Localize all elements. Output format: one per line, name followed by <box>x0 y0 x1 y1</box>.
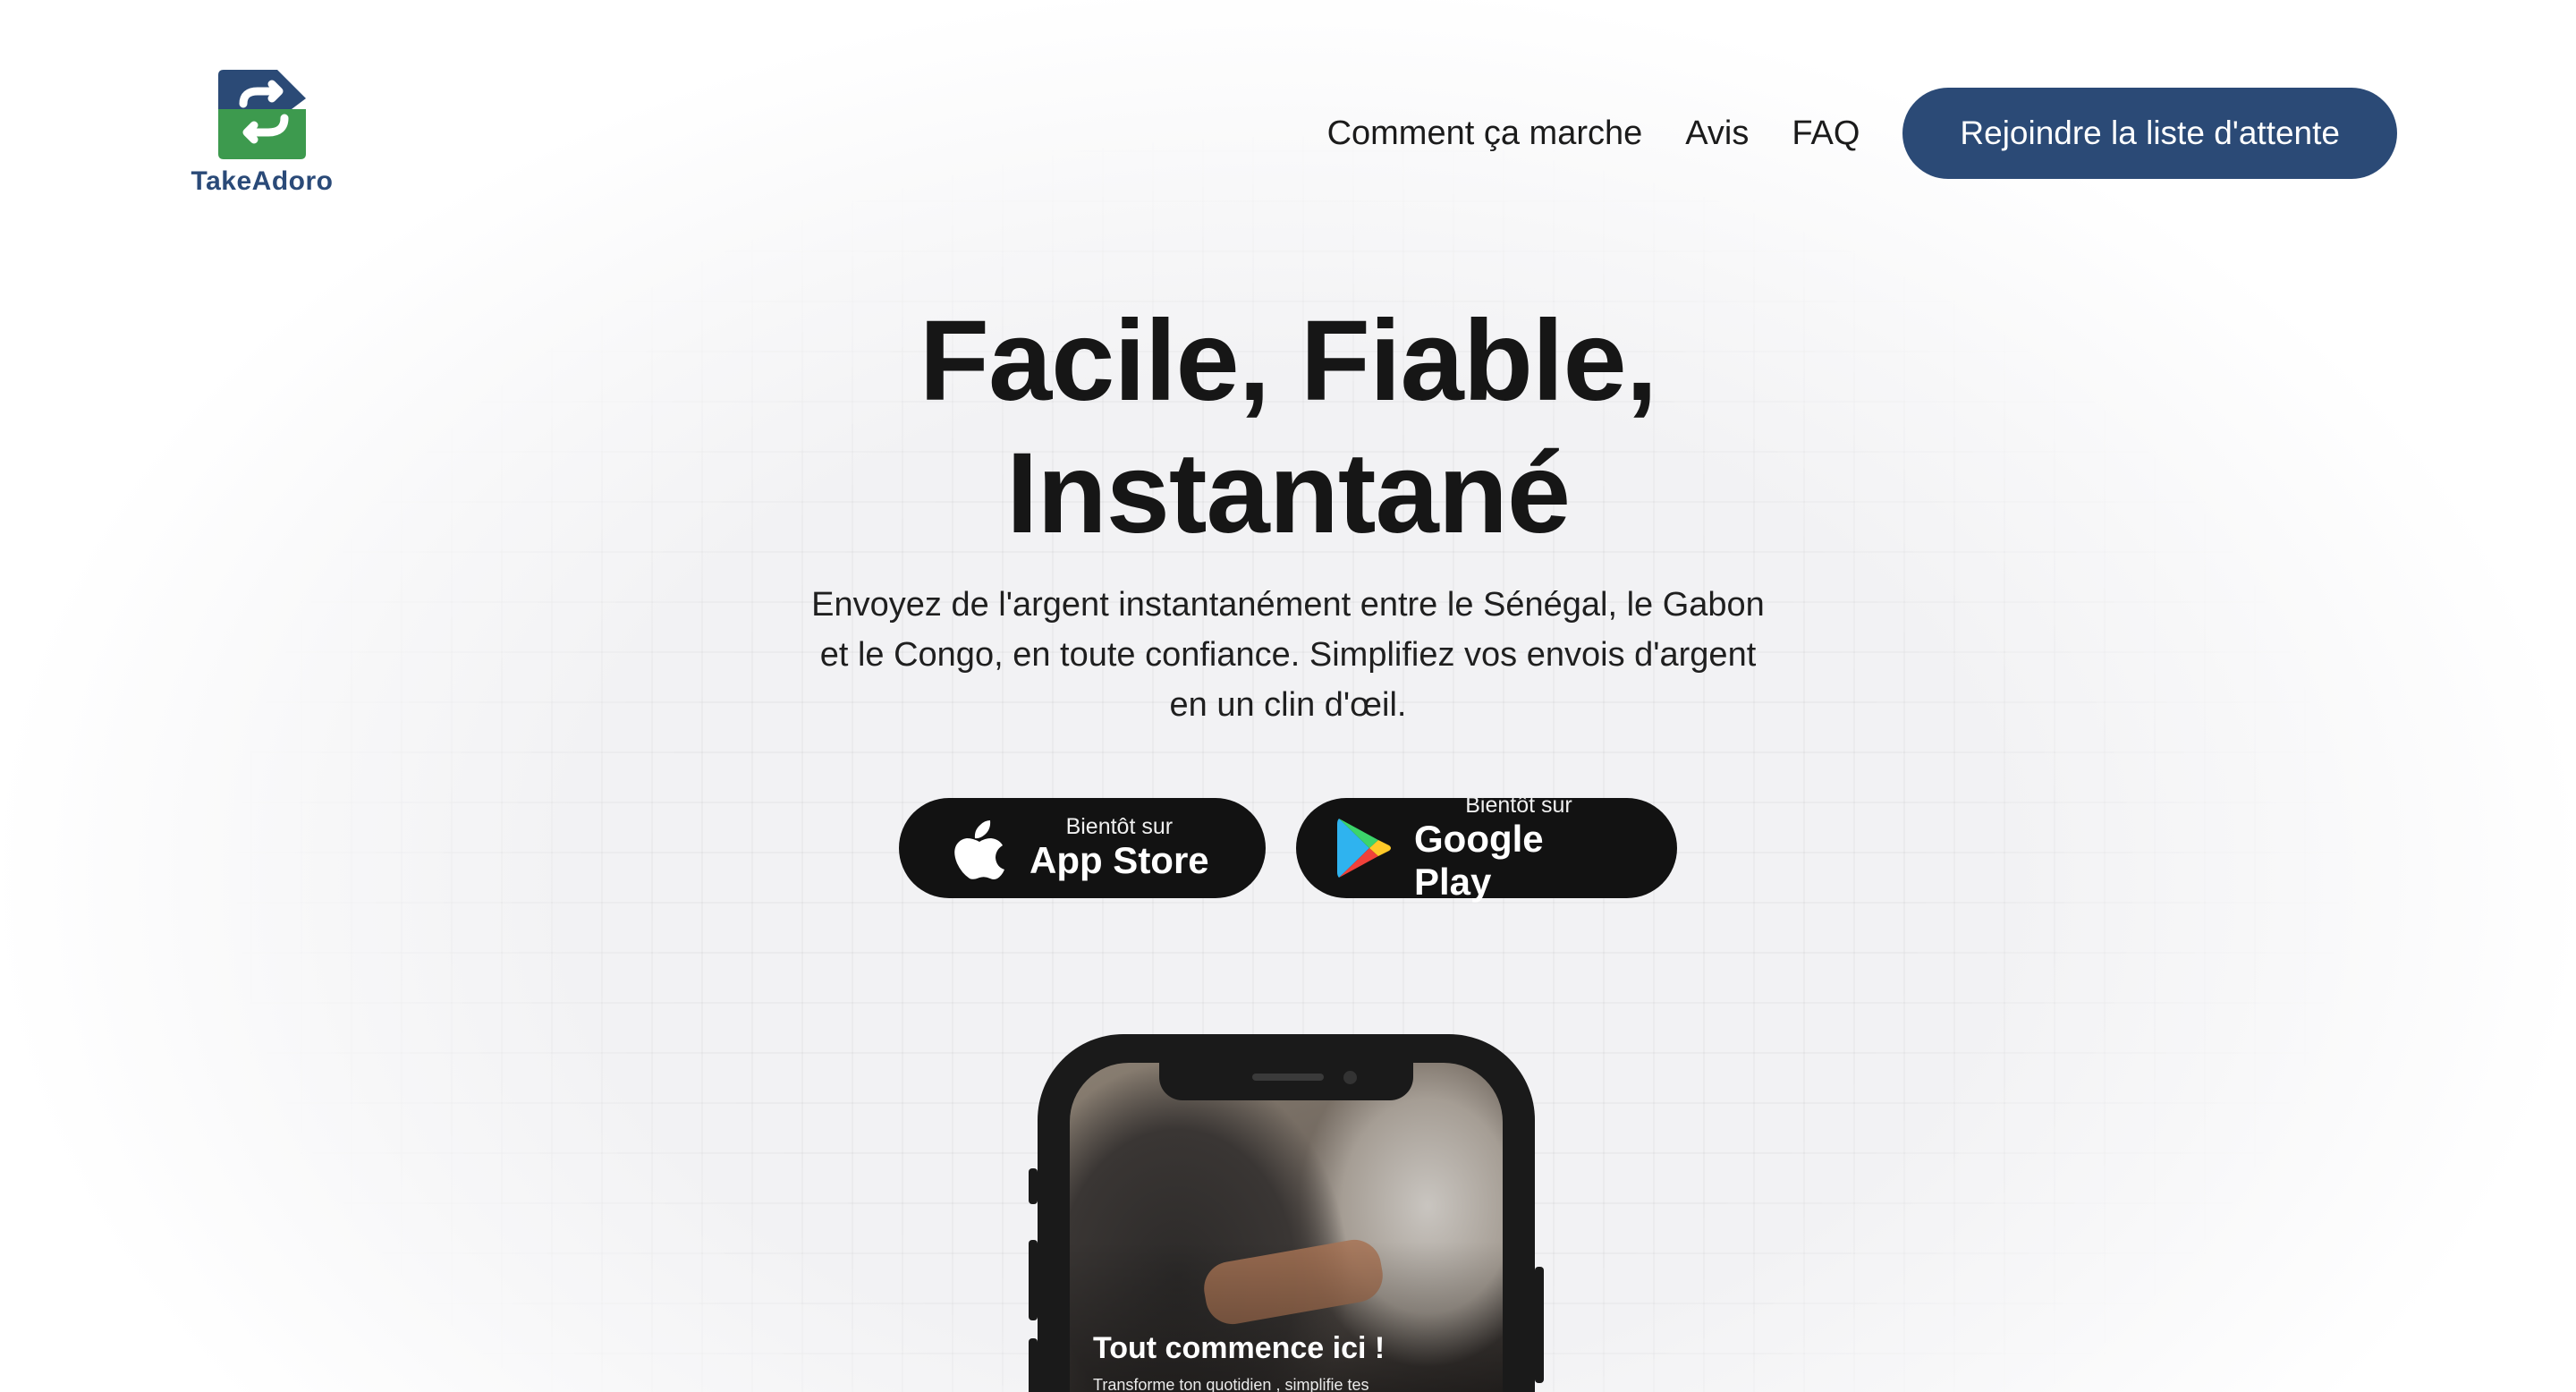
nav-link-faq[interactable]: FAQ <box>1792 115 1860 153</box>
google-play-small-text: Bientôt sur <box>1465 793 1572 818</box>
app-store-big-text: App Store <box>1030 839 1209 881</box>
phone-camera <box>1343 1071 1357 1084</box>
phone-volume-down-button <box>1029 1338 1038 1392</box>
main-nav: Comment ça marche Avis FAQ Rejoindre la … <box>1327 88 2397 179</box>
brand-logo[interactable]: TakeAdoro <box>177 68 347 202</box>
screen-title: Tout commence ici ! <box>1093 1331 1385 1365</box>
google-play-label: Bientôt sur Google Play <box>1414 793 1623 904</box>
landing-page: TakeAdoro Comment ça marche Avis FAQ Rej… <box>0 0 2576 1392</box>
join-waitlist-button[interactable]: Rejoindre la liste d'attente <box>1902 88 2397 179</box>
google-play-big-text: Google Play <box>1414 818 1544 903</box>
screen-shade <box>1070 1242 1503 1392</box>
app-store-label: Bientôt sur App Store <box>1030 814 1209 882</box>
exchange-arrows-icon <box>218 70 306 159</box>
phone-speaker <box>1252 1074 1324 1081</box>
phone-volume-up-button <box>1029 1240 1038 1320</box>
google-play-button[interactable]: Bientôt sur Google Play <box>1296 793 1677 903</box>
phone-power-button <box>1535 1267 1544 1383</box>
nav-link-how-it-works[interactable]: Comment ça marche <box>1327 115 1643 153</box>
hero-subtitle: Envoyez de l'argent instantanément entre… <box>811 586 1765 724</box>
phone-screen: Tout commence ici ! Transforme ton quoti… <box>1070 1063 1503 1392</box>
app-store-small-text: Bientôt sur <box>1065 814 1174 839</box>
phone-mockup: Tout commence ici ! Transforme ton quoti… <box>1029 1034 1544 1392</box>
hero-title-line-1: Facile, Fiable, <box>919 297 1657 425</box>
phone-side-button <box>1029 1168 1038 1204</box>
app-store-button[interactable]: Bientôt sur App Store <box>899 798 1266 898</box>
nav-link-reviews[interactable]: Avis <box>1685 115 1749 153</box>
phone-notch <box>1159 1063 1413 1100</box>
screen-subtitle: Transforme ton quotidien , simplifie tes <box>1093 1376 1369 1392</box>
hero-title: Facile, Fiable, Instantané <box>572 295 2004 560</box>
brand-name: TakeAdoro <box>191 166 334 196</box>
store-buttons: Bientôt sur App Store Bientôt sur Google… <box>0 793 2576 903</box>
hero-title-line-2: Instantané <box>1005 429 1571 557</box>
apple-icon <box>954 820 1004 879</box>
google-play-icon <box>1337 819 1391 878</box>
